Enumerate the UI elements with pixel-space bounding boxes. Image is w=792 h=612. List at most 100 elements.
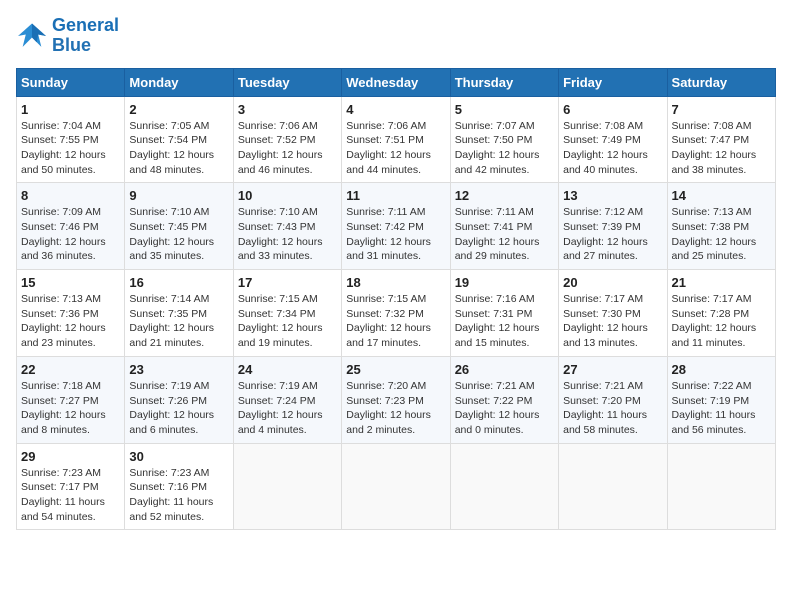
table-row: 29 Sunrise: 7:23 AMSunset: 7:17 PMDaylig… — [17, 443, 125, 530]
day-number: 18 — [346, 275, 445, 290]
day-number: 10 — [238, 188, 337, 203]
day-number: 29 — [21, 449, 120, 464]
table-row: 8 Sunrise: 7:09 AMSunset: 7:46 PMDayligh… — [17, 183, 125, 270]
table-row: 21 Sunrise: 7:17 AMSunset: 7:28 PMDaylig… — [667, 270, 775, 357]
table-row: 16 Sunrise: 7:14 AMSunset: 7:35 PMDaylig… — [125, 270, 233, 357]
day-info: Sunrise: 7:08 AMSunset: 7:47 PMDaylight:… — [672, 120, 757, 176]
table-row: 12 Sunrise: 7:11 AMSunset: 7:41 PMDaylig… — [450, 183, 558, 270]
day-info: Sunrise: 7:05 AMSunset: 7:54 PMDaylight:… — [129, 120, 214, 176]
day-number: 19 — [455, 275, 554, 290]
calendar-row: 15 Sunrise: 7:13 AMSunset: 7:36 PMDaylig… — [17, 270, 776, 357]
day-info: Sunrise: 7:12 AMSunset: 7:39 PMDaylight:… — [563, 206, 648, 262]
day-number: 22 — [21, 362, 120, 377]
day-info: Sunrise: 7:07 AMSunset: 7:50 PMDaylight:… — [455, 120, 540, 176]
table-row: 6 Sunrise: 7:08 AMSunset: 7:49 PMDayligh… — [559, 96, 667, 183]
table-row: 10 Sunrise: 7:10 AMSunset: 7:43 PMDaylig… — [233, 183, 341, 270]
day-info: Sunrise: 7:22 AMSunset: 7:19 PMDaylight:… — [672, 380, 756, 436]
day-number: 4 — [346, 102, 445, 117]
col-friday: Friday — [559, 68, 667, 96]
day-info: Sunrise: 7:20 AMSunset: 7:23 PMDaylight:… — [346, 380, 431, 436]
day-number: 13 — [563, 188, 662, 203]
day-number: 11 — [346, 188, 445, 203]
day-number: 3 — [238, 102, 337, 117]
table-row: 23 Sunrise: 7:19 AMSunset: 7:26 PMDaylig… — [125, 356, 233, 443]
day-info: Sunrise: 7:06 AMSunset: 7:51 PMDaylight:… — [346, 120, 431, 176]
day-info: Sunrise: 7:17 AMSunset: 7:30 PMDaylight:… — [563, 293, 648, 349]
day-number: 2 — [129, 102, 228, 117]
table-row: 28 Sunrise: 7:22 AMSunset: 7:19 PMDaylig… — [667, 356, 775, 443]
col-saturday: Saturday — [667, 68, 775, 96]
col-wednesday: Wednesday — [342, 68, 450, 96]
day-info: Sunrise: 7:15 AMSunset: 7:32 PMDaylight:… — [346, 293, 431, 349]
day-number: 17 — [238, 275, 337, 290]
table-row: 17 Sunrise: 7:15 AMSunset: 7:34 PMDaylig… — [233, 270, 341, 357]
calendar-table: Sunday Monday Tuesday Wednesday Thursday… — [16, 68, 776, 531]
day-number: 9 — [129, 188, 228, 203]
table-row: 7 Sunrise: 7:08 AMSunset: 7:47 PMDayligh… — [667, 96, 775, 183]
table-row — [342, 443, 450, 530]
table-row: 20 Sunrise: 7:17 AMSunset: 7:30 PMDaylig… — [559, 270, 667, 357]
table-row: 22 Sunrise: 7:18 AMSunset: 7:27 PMDaylig… — [17, 356, 125, 443]
table-row: 24 Sunrise: 7:19 AMSunset: 7:24 PMDaylig… — [233, 356, 341, 443]
table-row — [450, 443, 558, 530]
day-info: Sunrise: 7:15 AMSunset: 7:34 PMDaylight:… — [238, 293, 323, 349]
day-number: 15 — [21, 275, 120, 290]
day-number: 20 — [563, 275, 662, 290]
day-info: Sunrise: 7:08 AMSunset: 7:49 PMDaylight:… — [563, 120, 648, 176]
table-row: 5 Sunrise: 7:07 AMSunset: 7:50 PMDayligh… — [450, 96, 558, 183]
calendar-body: 1 Sunrise: 7:04 AMSunset: 7:55 PMDayligh… — [17, 96, 776, 530]
table-row — [667, 443, 775, 530]
day-number: 30 — [129, 449, 228, 464]
table-row: 25 Sunrise: 7:20 AMSunset: 7:23 PMDaylig… — [342, 356, 450, 443]
table-row: 15 Sunrise: 7:13 AMSunset: 7:36 PMDaylig… — [17, 270, 125, 357]
day-info: Sunrise: 7:11 AMSunset: 7:42 PMDaylight:… — [346, 206, 431, 262]
day-info: Sunrise: 7:11 AMSunset: 7:41 PMDaylight:… — [455, 206, 540, 262]
day-number: 24 — [238, 362, 337, 377]
day-info: Sunrise: 7:14 AMSunset: 7:35 PMDaylight:… — [129, 293, 214, 349]
table-row: 4 Sunrise: 7:06 AMSunset: 7:51 PMDayligh… — [342, 96, 450, 183]
table-row: 13 Sunrise: 7:12 AMSunset: 7:39 PMDaylig… — [559, 183, 667, 270]
day-number: 1 — [21, 102, 120, 117]
table-row: 26 Sunrise: 7:21 AMSunset: 7:22 PMDaylig… — [450, 356, 558, 443]
calendar-row: 1 Sunrise: 7:04 AMSunset: 7:55 PMDayligh… — [17, 96, 776, 183]
day-info: Sunrise: 7:18 AMSunset: 7:27 PMDaylight:… — [21, 380, 106, 436]
table-row: 14 Sunrise: 7:13 AMSunset: 7:38 PMDaylig… — [667, 183, 775, 270]
day-info: Sunrise: 7:04 AMSunset: 7:55 PMDaylight:… — [21, 120, 106, 176]
day-number: 23 — [129, 362, 228, 377]
table-row: 2 Sunrise: 7:05 AMSunset: 7:54 PMDayligh… — [125, 96, 233, 183]
day-info: Sunrise: 7:19 AMSunset: 7:24 PMDaylight:… — [238, 380, 323, 436]
table-row — [233, 443, 341, 530]
day-info: Sunrise: 7:06 AMSunset: 7:52 PMDaylight:… — [238, 120, 323, 176]
day-number: 6 — [563, 102, 662, 117]
col-thursday: Thursday — [450, 68, 558, 96]
day-info: Sunrise: 7:13 AMSunset: 7:36 PMDaylight:… — [21, 293, 106, 349]
table-row — [559, 443, 667, 530]
day-info: Sunrise: 7:10 AMSunset: 7:45 PMDaylight:… — [129, 206, 214, 262]
calendar-header-row: Sunday Monday Tuesday Wednesday Thursday… — [17, 68, 776, 96]
table-row: 3 Sunrise: 7:06 AMSunset: 7:52 PMDayligh… — [233, 96, 341, 183]
logo-icon — [16, 22, 48, 50]
day-info: Sunrise: 7:23 AMSunset: 7:16 PMDaylight:… — [129, 467, 213, 523]
table-row: 9 Sunrise: 7:10 AMSunset: 7:45 PMDayligh… — [125, 183, 233, 270]
table-row: 1 Sunrise: 7:04 AMSunset: 7:55 PMDayligh… — [17, 96, 125, 183]
calendar-row: 8 Sunrise: 7:09 AMSunset: 7:46 PMDayligh… — [17, 183, 776, 270]
day-info: Sunrise: 7:10 AMSunset: 7:43 PMDaylight:… — [238, 206, 323, 262]
day-number: 27 — [563, 362, 662, 377]
table-row: 30 Sunrise: 7:23 AMSunset: 7:16 PMDaylig… — [125, 443, 233, 530]
day-info: Sunrise: 7:09 AMSunset: 7:46 PMDaylight:… — [21, 206, 106, 262]
day-info: Sunrise: 7:17 AMSunset: 7:28 PMDaylight:… — [672, 293, 757, 349]
table-row: 18 Sunrise: 7:15 AMSunset: 7:32 PMDaylig… — [342, 270, 450, 357]
logo-text: General Blue — [52, 16, 119, 56]
table-row: 11 Sunrise: 7:11 AMSunset: 7:42 PMDaylig… — [342, 183, 450, 270]
day-number: 14 — [672, 188, 771, 203]
col-monday: Monday — [125, 68, 233, 96]
day-number: 28 — [672, 362, 771, 377]
col-tuesday: Tuesday — [233, 68, 341, 96]
day-info: Sunrise: 7:21 AMSunset: 7:22 PMDaylight:… — [455, 380, 540, 436]
day-number: 12 — [455, 188, 554, 203]
page-header: General Blue — [16, 16, 776, 56]
day-info: Sunrise: 7:16 AMSunset: 7:31 PMDaylight:… — [455, 293, 540, 349]
day-number: 7 — [672, 102, 771, 117]
day-info: Sunrise: 7:21 AMSunset: 7:20 PMDaylight:… — [563, 380, 647, 436]
day-info: Sunrise: 7:19 AMSunset: 7:26 PMDaylight:… — [129, 380, 214, 436]
